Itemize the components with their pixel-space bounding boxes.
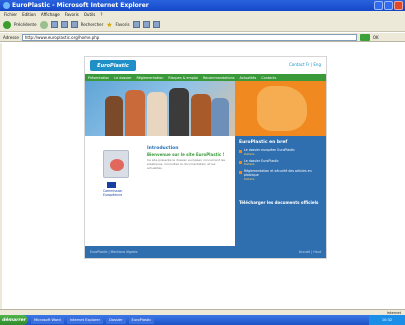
go-label[interactable]: OK <box>373 35 379 40</box>
address-bar: Adresse OK <box>0 33 405 42</box>
favorites-icon[interactable]: ★ <box>106 21 112 29</box>
ie-logo-icon <box>3 2 10 9</box>
site-nav: Présentation Le dossier Réglementation R… <box>85 74 326 81</box>
menu-item-favorites[interactable]: Favoris <box>65 12 79 17</box>
close-icon[interactable] <box>394 1 403 10</box>
menu-item-tools[interactable]: Outils <box>84 12 96 17</box>
browser-viewport: EuroPlastic Contact Fr | Eng Présentatio… <box>0 43 405 309</box>
minimize-icon[interactable] <box>374 1 383 10</box>
news-item[interactable]: Réglementation et sécurité des articles … <box>239 169 322 181</box>
bullet-icon <box>239 150 242 153</box>
europlastic-logo[interactable]: EuroPlastic <box>90 60 136 71</box>
intro-text: Ce site présente le dossier européen con… <box>147 158 226 171</box>
back-label[interactable]: Précédente <box>14 22 37 27</box>
taskbar-item[interactable]: Microsoft Word <box>31 316 64 324</box>
nav-item-contacts[interactable]: Contacts <box>261 76 276 80</box>
window-title: EuroPlastic - Microsoft Internet Explore… <box>12 2 149 9</box>
news-more-link[interactable]: Détails <box>244 162 254 166</box>
menu-item-file[interactable]: Fichier <box>4 12 17 17</box>
bullet-icon <box>239 160 242 164</box>
clock: 10:32 <box>381 318 393 322</box>
footer-left-links[interactable]: EuroPlastic | Mentions légales <box>90 250 137 254</box>
maximize-icon[interactable] <box>384 1 393 10</box>
flag-caption[interactable]: Commission Européenne <box>103 189 133 197</box>
nav-item-news[interactable]: Actualités <box>240 76 257 80</box>
nav-item-presentation[interactable]: Présentation <box>88 76 109 80</box>
url-input[interactable] <box>21 33 357 41</box>
refresh-icon[interactable] <box>60 21 68 28</box>
nav-item-regulation[interactable]: Réglementation <box>136 76 163 80</box>
news-more-link[interactable]: Détails <box>244 152 254 156</box>
system-tray: 10:32 <box>369 315 405 325</box>
website-page: EuroPlastic Contact Fr | Eng Présentatio… <box>84 56 327 259</box>
site-footer: EuroPlastic | Mentions légales Accueil |… <box>85 246 326 258</box>
browser-toolbar: Précédente Rechercher ★ Favoris <box>0 18 405 32</box>
header-links[interactable]: Contact Fr | Eng <box>289 62 321 67</box>
person-figure <box>147 92 167 136</box>
news-more-link[interactable]: Détails <box>244 177 254 181</box>
download-link[interactable]: Télécharger les documents officiels <box>239 200 318 205</box>
eu-flag-icon <box>107 182 116 188</box>
taskbar-item[interactable]: Dossier <box>106 316 126 324</box>
person-figure <box>211 98 229 136</box>
go-button[interactable] <box>359 33 370 41</box>
forward-icon[interactable] <box>39 20 48 29</box>
intro-title: Introduction <box>147 146 179 151</box>
menu-item-view[interactable]: Affichage <box>41 12 60 17</box>
print-icon[interactable] <box>152 21 160 28</box>
nav-item-recommendations[interactable]: Recommandations <box>203 76 235 80</box>
product-image <box>103 150 129 178</box>
menu-bar: Fichier Edition Affichage Favoris Outils… <box>0 11 405 18</box>
europe-map-panel <box>235 81 326 136</box>
footer-right-links[interactable]: Accueil | Haut <box>299 250 321 254</box>
address-label: Adresse <box>3 34 19 40</box>
history-icon[interactable] <box>132 21 140 28</box>
taskbar: démarrer Microsoft Word Internet Explore… <box>0 315 405 325</box>
home-icon[interactable] <box>70 21 78 28</box>
start-button[interactable]: démarrer <box>0 315 28 325</box>
person-figure <box>169 88 189 136</box>
news-item[interactable]: Le dossier EuroPlastic Détails <box>239 159 322 168</box>
site-header: EuroPlastic Contact Fr | Eng <box>85 57 326 73</box>
hero-photo <box>85 81 235 136</box>
nav-item-risks[interactable]: Risques & emploi <box>168 76 198 80</box>
person-figure <box>105 96 123 136</box>
bullet-icon <box>239 171 242 175</box>
status-zone: Internet <box>386 310 401 315</box>
intro-section: Commission Européenne Introduction Bienv… <box>85 136 235 246</box>
search-label[interactable]: Rechercher <box>81 22 104 27</box>
europe-map-icon <box>257 86 307 131</box>
nav-item-dossier[interactable]: Le dossier <box>114 76 131 80</box>
news-title: EuroPlastic en bref <box>239 140 288 145</box>
person-figure <box>125 90 145 136</box>
mail-icon[interactable] <box>142 21 150 28</box>
stop-icon[interactable] <box>50 21 58 28</box>
intro-subtitle: Bienvenue sur le site EuroPlastic ! <box>147 152 225 157</box>
person-figure <box>191 94 211 136</box>
news-item[interactable]: Le dossier européen EuroPlastic Détails <box>239 148 322 157</box>
taskbar-item[interactable]: Internet Explorer <box>66 316 104 324</box>
news-panel: EuroPlastic en bref Le dossier européen … <box>235 136 326 246</box>
menu-item-edit[interactable]: Edition <box>22 12 36 17</box>
menu-item-help[interactable]: ? <box>100 12 102 17</box>
back-icon[interactable] <box>3 20 11 29</box>
favorites-label[interactable]: Favoris <box>116 22 130 27</box>
window-controls <box>374 1 403 10</box>
window-titlebar: EuroPlastic - Microsoft Internet Explore… <box>0 0 405 11</box>
taskbar-item[interactable]: EuroPlastic <box>128 316 155 324</box>
